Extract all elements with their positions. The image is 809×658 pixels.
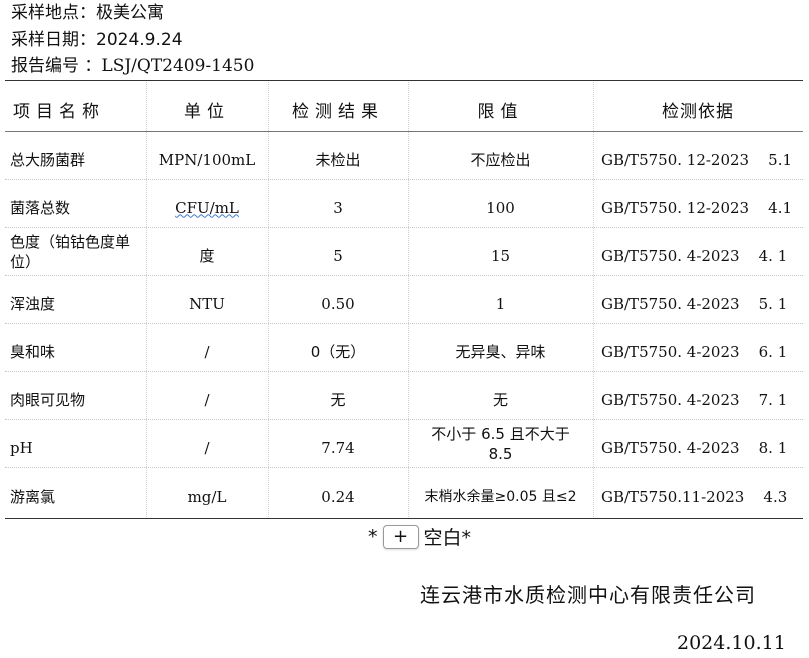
result: 未检出 [315,150,361,169]
result: 无 [330,390,346,409]
method: GB/T5750. 4-2023 8. 1 [601,438,788,457]
unit: NTU [189,294,225,313]
column-header-method: 检测依据 [662,102,734,122]
column-header-item: 项目名称 [13,102,105,122]
blank-prefix: * [368,525,378,548]
item-name: 色度（铂钴色度单位） [10,228,146,275]
limit: 不应检出 [470,150,531,169]
table-row: 浑浊度 NTU 0.50 1 GB/T5750. 4-2023 5. 1 [5,276,803,324]
method: GB/T5750. 4-2023 6. 1 [601,342,788,361]
sampling-location: 采样地点：极美公寓 [11,3,164,23]
table-header-row: 项目名称 单位 检测结果 限值 检测依据 [5,80,803,132]
table-row: 臭和味 / 0（无） 无异臭、异味 GB/T5750. 4-2023 6. 1 [5,324,803,372]
method: GB/T5750. 12-2023 4.1 [601,198,793,217]
unit: 度 [199,246,215,265]
result: 0.50 [321,294,355,313]
unit: / [204,390,210,409]
method: GB/T5750. 4-2023 5. 1 [601,294,788,313]
table-row: 总大肠菌群 MPN/100mL 未检出 不应检出 GB/T5750. 12-20… [5,132,803,180]
results-table: 项目名称 单位 检测结果 限值 检测依据 总大肠菌群 MPN/100mL 未检出… [5,80,803,519]
table-row: 色度（铂钴色度单位） 度 5 15 GB/T5750. 4-2023 4. 1 [5,228,803,276]
method: GB/T5750. 4-2023 4. 1 [601,246,788,265]
limit: 15 [490,246,511,265]
unit: / [204,342,210,361]
item-name: 总大肠菌群 [10,150,86,169]
company-name: 连云港市水质检测中心有限责任公司 [420,583,756,607]
column-header-unit: 单位 [184,102,230,122]
limit: 无异臭、异味 [455,342,546,361]
issue-date: 2024.10.11 [677,632,786,654]
blank-marker: * + 空白* [368,523,471,550]
limit: 末梢水余量≥0.05 且≤2 [424,489,577,505]
unit: / [204,438,210,457]
item-name: 臭和味 [10,342,56,361]
item-name: pH [10,438,33,457]
limit: 不小于 6.5 且不大于 8.5 [408,420,593,467]
result: 5 [333,246,343,265]
result: 7.74 [321,438,355,457]
item-name-text: 色度（铂钴色度单位） [10,232,131,271]
column-header-limit: 限值 [477,102,524,122]
method: GB/T5750.11-2023 4.3 [601,488,788,506]
table-row: 菌落总数 CFU/mL 3 100 GB/T5750. 12-2023 4.1 [5,180,803,228]
blank-text: 空白* [423,527,472,549]
result: 0（无） [310,342,366,361]
plus-icon[interactable]: + [382,524,419,549]
unit: mg/L [187,488,227,506]
method: GB/T5750. 4-2023 7. 1 [601,390,788,409]
unit: MPN/100mL [158,150,256,169]
column-header-result: 检测结果 [292,102,384,122]
unit-text: CFU/mL [175,198,239,217]
limit: 100 [486,198,515,217]
item-name: 肉眼可见物 [10,390,86,409]
table-row: 游离氯 mg/L 0.24 末梢水余量≥0.05 且≤2 GB/T5750.11… [5,468,803,519]
table-row: pH / 7.74 不小于 6.5 且不大于 8.5 GB/T5750. 4-2… [5,420,803,468]
report-number: 报告编号 ：LSJ/QT2409-1450 [11,56,255,76]
method: GB/T5750. 12-2023 5.1 [601,150,793,169]
result: 3 [333,198,343,217]
limit: 1 [495,294,506,313]
table-row: 肉眼可见物 / 无 无 GB/T5750. 4-2023 7. 1 [5,372,803,420]
limit-text: 不小于 6.5 且不大于 8.5 [431,424,570,463]
sampling-date: 采样日期：2024.9.24 [11,30,183,50]
item-name: 浑浊度 [10,294,56,313]
result: 0.24 [321,488,355,506]
unit: CFU/mL [146,180,268,227]
limit: 无 [492,390,508,409]
item-name: 菌落总数 [10,198,71,217]
item-name: 游离氯 [10,488,56,506]
